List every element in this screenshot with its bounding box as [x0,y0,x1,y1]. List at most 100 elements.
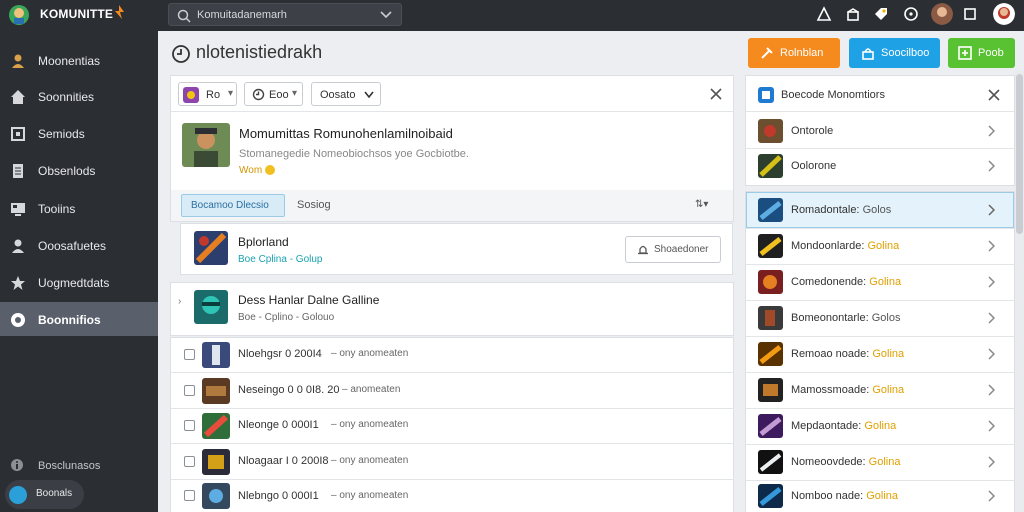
sidebar-item-tooiins[interactable]: Tooiins [0,191,158,225]
item-thumbnail [758,119,783,143]
card-action-button[interactable]: Shoaedoner [625,236,721,263]
close-icon[interactable] [709,87,723,101]
tab-sort-icon[interactable]: ⇅▾ [695,199,708,210]
featured-title[interactable]: Momumittas Romunohenlamilnoibaid [239,126,453,141]
highlight-game-thumbnail[interactable] [194,290,228,324]
info-icon [11,459,23,471]
settings-icon[interactable] [962,6,978,22]
lock-icon [862,48,874,60]
app-icon [183,87,199,103]
item-thumbnail [758,270,783,294]
sidebar-item-ooosafuetes[interactable]: Ooosafuetes [0,228,158,262]
chevron-right-icon [988,125,995,137]
user-avatar-small[interactable] [931,3,953,25]
help-icon[interactable] [903,6,919,22]
status-chip[interactable]: Boonals [5,480,84,509]
right-panel-divider [746,372,1014,373]
sidebar-item-label: Boonnifios [38,313,101,327]
chevron-right-icon [988,160,995,172]
row-checkbox[interactable] [184,490,195,501]
row-game-thumbnail [202,449,230,475]
right-panel-divider [746,228,1014,229]
row-meta: – ony anomeaten [331,455,409,466]
scrollbar[interactable] [1015,70,1024,512]
user-icon [12,54,24,68]
chevron-down-icon [364,91,374,99]
tag-icon[interactable] [873,6,889,22]
right-panel-divider [746,408,1014,409]
action-button-2[interactable]: Soocilboo [849,38,940,68]
sidebar-item-boonnifios[interactable]: Boonnifios [0,302,158,336]
sidebar-item-label: Semiods [38,127,85,141]
chevron-right-icon [988,240,995,252]
right-top-item-label: Ontorole [791,125,834,137]
row-game-thumbnail [202,413,230,439]
tab-second[interactable]: Sosiog [297,199,331,211]
close-icon[interactable] [987,88,1001,102]
row-divider [171,479,734,480]
logo-icon[interactable] [6,4,32,26]
sidebar-item-label: Tooiins [38,202,76,216]
sidebar-footer-label: Bosclunasos [38,460,101,472]
document-icon [13,164,23,178]
sidebar-item-moonentias[interactable]: Moonentias [0,43,158,77]
item-thumbnail [758,154,783,178]
row-checkbox[interactable] [184,385,195,396]
row-divider [171,372,734,373]
action-button-3-label: Poob [978,47,1004,59]
featured-subtitle: Stomanegedie Nomeobiochsos yoe Gocbiotbe… [239,148,469,160]
action-button-1-label: Rolnblan [780,47,824,59]
action-button-2-label: Soocilboo [881,47,930,59]
right-list-label: Romadontale: Golos [791,204,892,216]
gift-icon[interactable] [845,6,861,22]
item-thumbnail [758,484,783,508]
wrench-icon [761,47,773,59]
filter-chip-3[interactable]: Oosato [311,82,381,106]
card-game-thumbnail[interactable] [194,231,228,265]
card-title[interactable]: Bplorland [238,235,289,249]
sidebar: Moonentias Soonnities Semiods Obsenlods … [0,31,158,512]
featured-game-thumbnail[interactable] [182,123,230,167]
right-panel-divider [746,444,1014,445]
history-icon [252,88,265,101]
highlight-meta: Boe - Cplino - Golouo [238,312,335,323]
right-list-label: Comedonende: Golina [791,276,902,288]
right-list-label: Bomeonontarle: Golos [791,312,901,324]
star-icon [11,276,25,290]
right-panel-divider [746,300,1014,301]
action-button-3[interactable]: Poob [948,38,1015,68]
filter-chip-3-label: Oosato [320,89,356,101]
sidebar-item-obsenlods[interactable]: Obsenlods [0,153,158,187]
brand-name[interactable]: KOMUNITTE [40,7,113,21]
row-checkbox[interactable] [184,349,195,360]
search-box[interactable]: Komuitadanemarh [168,3,402,26]
tab-active[interactable]: Bocamoo Dlecsio [181,194,285,217]
item-thumbnail [758,198,783,222]
alert-icon[interactable] [816,6,832,22]
sidebar-item-semiods[interactable]: Semiods [0,116,158,150]
featured-meta: Wom [239,165,263,176]
right-top-item-label: Oolorone [791,160,837,172]
clock-icon [172,45,190,63]
status-chip-label: Boonals [36,488,73,499]
right-list-label: Mamossmoade: Golina [791,384,905,396]
chevron-down-icon[interactable] [380,10,392,20]
sidebar-item-label: Ooosafuetes [38,239,107,253]
scrollbar-thumb[interactable] [1016,74,1023,234]
chevron-right-icon [988,490,995,502]
highlighted-row[interactable] [170,282,734,336]
row-checkbox[interactable] [184,456,195,467]
chevron-right-icon [988,312,995,324]
home-icon [11,90,25,104]
filter-chip-1[interactable]: Ro ▾ [178,82,237,106]
filter-chip-2[interactable]: Eoo ▾ [244,82,303,106]
row-meta: – ony anomeaten [331,490,409,501]
action-button-1[interactable]: Rolnblan [748,38,840,68]
sidebar-footer-item[interactable]: Bosclunasos [8,458,158,476]
highlight-title[interactable]: Dess Hanlar Dalne Galline [238,293,379,307]
profile-avatar[interactable] [993,3,1015,25]
right-panel-divider [746,264,1014,265]
sidebar-item-soonnities[interactable]: Soonnities [0,79,158,113]
row-checkbox[interactable] [184,420,195,431]
sidebar-item-uogmedtdats[interactable]: Uogmedtdats [0,265,158,299]
